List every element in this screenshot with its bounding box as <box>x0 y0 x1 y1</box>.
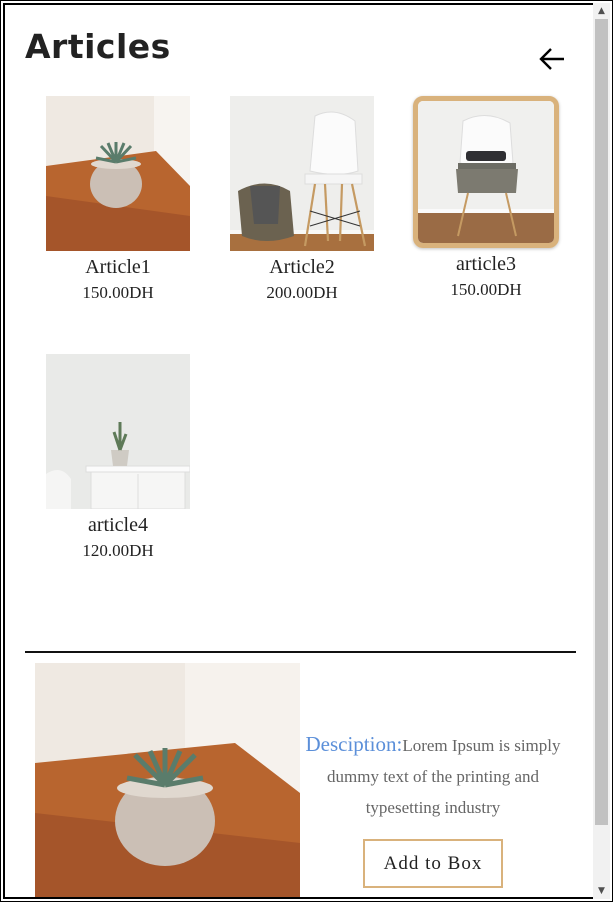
section-divider <box>25 651 576 653</box>
detail-description: Desciption:Lorem Ipsum is simply dummy t… <box>300 729 566 823</box>
article-image[interactable] <box>230 96 374 251</box>
vertical-scrollbar[interactable]: ▲ ▼ <box>593 3 610 899</box>
page-title: Articles <box>25 27 171 66</box>
article-price: 120.00DH <box>82 541 154 560</box>
page-viewport: Articles Article1 150.00DH Article2 200.… <box>3 3 593 899</box>
scroll-up-arrow-icon[interactable]: ▲ <box>593 3 610 19</box>
article-image-frame[interactable] <box>413 96 559 248</box>
scroll-down-arrow-icon[interactable]: ▼ <box>593 883 610 899</box>
detail-image <box>35 663 300 897</box>
article-name: article4 <box>88 514 148 536</box>
description-label: Desciption: <box>305 732 403 756</box>
add-to-box-button[interactable]: Add to Box <box>363 839 503 888</box>
article-card[interactable]: Article1 150.00DH <box>43 96 193 303</box>
article-card[interactable]: article4 120.00DH <box>43 354 193 561</box>
article-card[interactable]: Article2 200.00DH <box>227 96 377 303</box>
article-image[interactable] <box>418 101 554 243</box>
article-name: Article2 <box>269 256 335 278</box>
arrow-left-icon[interactable] <box>538 45 566 73</box>
article-price: 150.00DH <box>82 283 154 302</box>
article-card-selected[interactable]: article3 150.00DH <box>411 96 561 300</box>
article-price: 200.00DH <box>266 283 338 302</box>
article-image[interactable] <box>46 96 190 251</box>
scroll-thumb[interactable] <box>595 19 608 825</box>
article-image[interactable] <box>46 354 190 509</box>
article-name: Article1 <box>85 256 151 278</box>
article-name: article3 <box>456 253 516 275</box>
article-price: 150.00DH <box>450 280 522 299</box>
